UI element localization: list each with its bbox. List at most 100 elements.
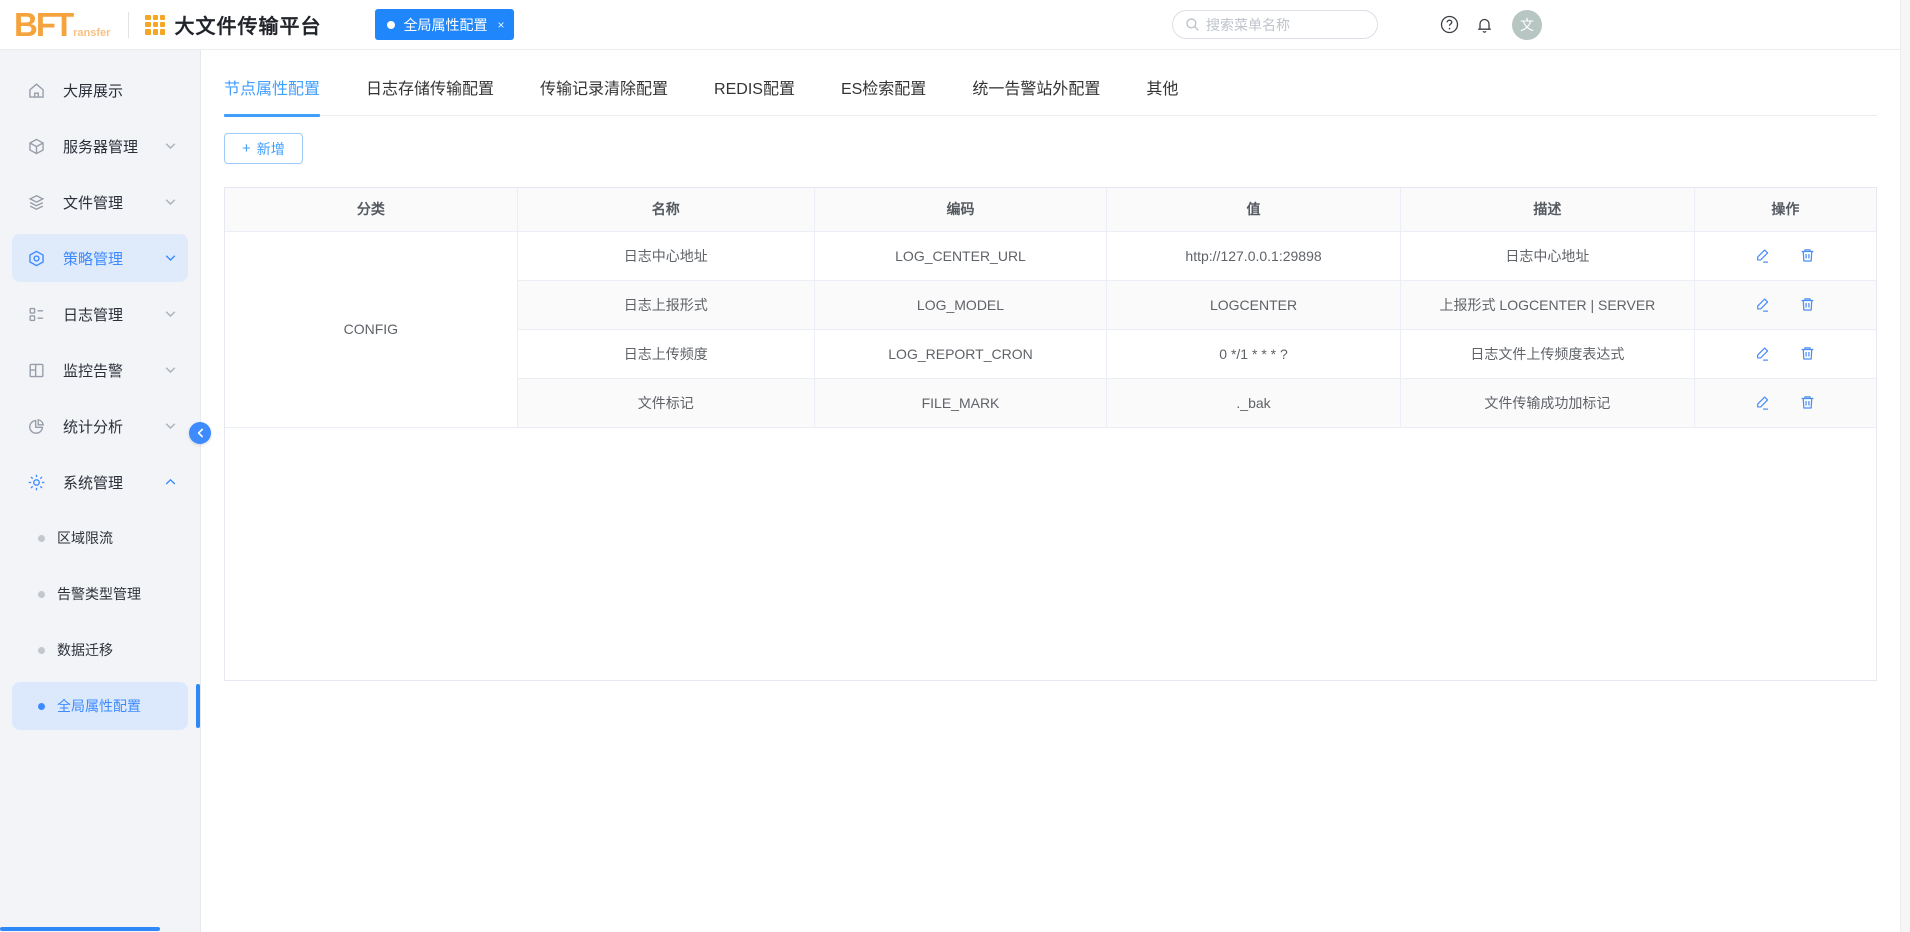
cell-desc: 日志文件上传频度表达式 [1400,329,1695,379]
sidebar-item-label: 大屏展示 [63,82,124,100]
add-button[interactable]: + 新增 [224,133,303,164]
logo-text: BFT [14,6,74,43]
server-icon [27,137,46,156]
trash-icon [1802,347,1814,360]
cell-name: 日志中心地址 [517,231,815,281]
sidebar-subitem-label: 全局属性配置 [57,698,141,714]
chevron-down-icon [165,422,176,430]
sidebar-subitem-data-migration[interactable]: 数据迁移 [12,626,188,674]
cell-desc: 日志中心地址 [1400,231,1695,281]
delete-button[interactable] [1799,247,1816,264]
sidebar-subitem-region-limit[interactable]: 区域限流 [12,514,188,562]
tab-es-search-config[interactable]: ES检索配置 [841,75,926,115]
trash-icon [1802,396,1814,409]
gear-icon [27,473,46,492]
help-icon[interactable] [1440,15,1459,34]
page: BFT ransfer 大文件传输平台 全局属性配置 × 搜索菜单名称 文 大屏… [0,0,1910,932]
delete-button[interactable] [1799,296,1816,313]
chevron-up-icon [165,478,176,486]
sidebar-item-label: 日志管理 [63,306,124,324]
logo-suffix: ransfer [73,27,111,39]
chevron-down-icon [165,198,176,206]
pencil-icon [1757,347,1769,361]
pie-chart-icon [27,417,46,436]
sidebar-item-server-mgmt[interactable]: 服务器管理 [12,122,188,170]
cell-value: LOGCENTER [1106,280,1401,330]
sidebar: 大屏展示 服务器管理 文件管理 策略管理 日志管理 监控告警 统计分析 系统管理… [0,50,211,932]
home-icon [27,81,46,100]
sidebar-item-label: 服务器管理 [63,138,139,156]
tab-transfer-record-clean[interactable]: 传输记录清除配置 [540,75,668,115]
collapse-sidebar-button[interactable] [189,422,211,444]
sidebar-item-system-mgmt[interactable]: 系统管理 [12,458,188,506]
search-input[interactable] [1206,16,1365,33]
bullet-icon [38,534,45,542]
cell-code: LOG_REPORT_CRON [814,329,1108,379]
cell-desc: 上报形式 LOGCENTER | SERVER [1400,280,1695,330]
cell-code: FILE_MARK [814,378,1108,428]
add-button-label: 新增 [256,140,285,157]
tab-node-config[interactable]: 节点属性配置 [224,75,321,117]
plus-icon: + [242,140,251,157]
col-header-name: 名称 [517,188,815,232]
edit-button[interactable] [1754,394,1771,411]
tab-log-storage-transfer[interactable]: 日志存储传输配置 [366,75,494,115]
logo: BFT ransfer [14,8,110,41]
sidebar-item-policy-mgmt[interactable]: 策略管理 [12,234,188,282]
cell-code: LOG_MODEL [814,280,1108,330]
top-right-cluster: 文 [1172,9,1542,40]
bullet-icon [38,702,45,710]
col-header-value: 值 [1106,188,1401,232]
search-icon [1186,18,1199,31]
tab-other[interactable]: 其他 [1146,75,1178,115]
sidebar-item-dashboard[interactable]: 大屏展示 [12,66,188,114]
pencil-icon [1757,396,1769,410]
chevron-down-icon [165,142,176,150]
sidebar-item-label: 文件管理 [63,194,124,212]
avatar[interactable]: 文 [1512,9,1542,40]
horizontal-scrollbar-thumb[interactable] [0,927,160,931]
col-header-category: 分类 [225,188,518,232]
chevron-left-icon [197,428,203,438]
table-row: CONFIG 日志中心地址 LOG_CENTER_URL http://127.… [225,231,1876,428]
pencil-icon [1757,298,1769,312]
category-cell: CONFIG [225,231,518,428]
header-tab-global-config[interactable]: 全局属性配置 × [375,9,515,40]
sidebar-subitem-global-config[interactable]: 全局属性配置 [12,682,200,730]
app-title: 大文件传输平台 [174,16,322,38]
cell-name: 文件标记 [517,378,815,428]
delete-button[interactable] [1799,345,1816,362]
edit-button[interactable] [1754,345,1771,362]
divider [128,11,130,38]
sidebar-item-monitor-alert[interactable]: 监控告警 [12,346,188,394]
edit-button[interactable] [1754,296,1771,313]
tab-close-icon[interactable]: × [497,18,504,32]
edit-button[interactable] [1754,247,1771,264]
bullet-icon [38,590,45,598]
sidebar-subitem-label: 区域限流 [57,530,113,546]
sidebar-item-label: 统计分析 [63,418,124,436]
sidebar-item-label: 监控告警 [63,362,124,380]
config-tabbar: 节点属性配置 日志存储传输配置 传输记录清除配置 REDIS配置 ES检索配置 … [224,50,1877,117]
trash-icon [1802,249,1814,262]
sidebar-subitem-label: 告警类型管理 [57,586,141,602]
sidebar-subitem-alert-type-mgmt[interactable]: 告警类型管理 [12,570,188,618]
layers-icon [27,193,46,212]
config-table: 分类 名称 编码 值 描述 操作 CONFIG 日志中心地址 LOG_CENTE… [224,187,1877,681]
sidebar-item-label: 策略管理 [63,250,124,268]
sidebar-item-file-mgmt[interactable]: 文件管理 [12,178,188,226]
sidebar-item-log-mgmt[interactable]: 日志管理 [12,290,188,338]
col-header-actions: 操作 [1694,188,1876,232]
bullet-icon [38,646,45,654]
tab-redis-config[interactable]: REDIS配置 [714,75,795,115]
col-header-code: 编码 [814,188,1108,232]
vertical-scrollbar[interactable] [1900,0,1910,932]
bell-icon[interactable] [1475,15,1494,35]
monitor-icon [27,361,46,380]
sidebar-item-stats-analysis[interactable]: 统计分析 [12,402,188,450]
cell-desc: 文件传输成功加标记 [1400,378,1695,428]
cell-code: LOG_CENTER_URL [814,231,1108,281]
delete-button[interactable] [1799,394,1816,411]
cell-value: 0 */1 * * * ? [1106,329,1401,379]
tab-unified-alert-config[interactable]: 统一告警站外配置 [972,75,1100,115]
